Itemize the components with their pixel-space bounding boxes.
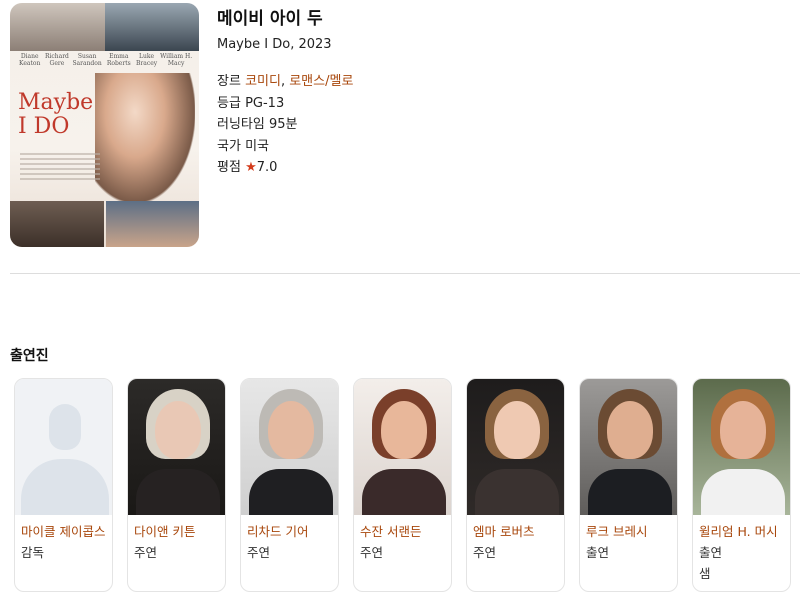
genre-separator: ,: [280, 74, 290, 89]
cast-role: 출연: [586, 545, 610, 560]
score-row: 평점 ★7.0: [217, 157, 353, 179]
poster-couple-image: [95, 73, 195, 203]
poster-cast-names: Diane Keaton Richard Gere Susan Sarandon…: [19, 53, 193, 67]
cast-name[interactable]: 윌리엄 H. 머시: [693, 515, 790, 542]
cast-photo: [128, 379, 225, 515]
cast-card[interactable]: 마이클 제이콥스 감독: [14, 378, 113, 592]
poster-credits-block: [20, 153, 100, 183]
cast-role: 출연: [699, 545, 723, 560]
cast-photo: [467, 379, 564, 515]
cast-role: 주연: [360, 545, 384, 560]
score-label: 평점: [217, 160, 241, 175]
profile-placeholder-icon: [15, 379, 112, 515]
genre-link-comedy[interactable]: 코미디: [245, 74, 281, 89]
movie-info: 메이비 아이 두 Maybe I Do, 2023 장르 코미디, 로맨스/멜로…: [217, 4, 353, 179]
rating-row: 등급 PG-13: [217, 93, 353, 115]
cast-photo: [693, 379, 790, 515]
cast-name[interactable]: 수잔 서랜든: [354, 515, 451, 542]
cast-role: 주연: [134, 545, 158, 560]
cast-character: 샘: [699, 566, 711, 581]
runtime-row: 러닝타임 95분: [217, 114, 353, 136]
cast-photo: [354, 379, 451, 515]
cast-card[interactable]: 윌리엄 H. 머시 출연 샘: [692, 378, 791, 592]
cast-card[interactable]: 엠마 로버츠 주연: [466, 378, 565, 592]
cast-card[interactable]: 수잔 서랜든 주연: [353, 378, 452, 592]
cast-role: 감독: [21, 545, 45, 560]
genre-label: 장르: [217, 74, 241, 89]
cast-heading: 출연진: [10, 348, 49, 364]
genre-link-romance[interactable]: 로맨스/멜로: [289, 74, 353, 89]
score-value: 7.0: [256, 160, 278, 175]
cast-role: 주연: [247, 545, 271, 560]
poster-top-strip: [10, 3, 199, 51]
cast-list: 마이클 제이콥스 감독 다이앤 키튼 주연 리차드 기어 주연 수잔 서랜든 주…: [14, 378, 791, 592]
movie-poster[interactable]: Diane Keaton Richard Gere Susan Sarandon…: [10, 3, 199, 247]
cast-card[interactable]: 루크 브레시 출연: [579, 378, 678, 592]
cast-photo: [580, 379, 677, 515]
cast-name[interactable]: 루크 브레시: [580, 515, 677, 542]
cast-name[interactable]: 엠마 로버츠: [467, 515, 564, 542]
cast-name[interactable]: 마이클 제이콥스: [15, 515, 112, 542]
runtime-value: 95분: [268, 117, 298, 132]
cast-card[interactable]: 리차드 기어 주연: [240, 378, 339, 592]
country-value: 미국: [245, 138, 269, 154]
movie-original-title: Maybe I Do, 2023: [217, 37, 332, 52]
rating-value: PG-13: [245, 95, 285, 111]
country-label: 국가: [217, 138, 241, 154]
rating-label: 등급: [217, 95, 241, 111]
genre-row: 장르 코미디, 로맨스/멜로: [217, 71, 353, 93]
poster-bottom-strip: [10, 201, 199, 247]
cast-name[interactable]: 리차드 기어: [241, 515, 338, 542]
star-icon: ★: [245, 160, 257, 175]
country-row: 국가 미국: [217, 136, 353, 158]
movie-meta: 장르 코미디, 로맨스/멜로 등급 PG-13 러닝타임 95분 국가 미국 평…: [217, 71, 353, 179]
cast-card[interactable]: 다이앤 키튼 주연: [127, 378, 226, 592]
runtime-label: 러닝타임: [217, 117, 265, 132]
section-divider: [10, 273, 800, 274]
poster-title: Maybe I DO: [18, 90, 94, 139]
cast-role: 주연: [473, 545, 497, 560]
movie-title: 메이비 아이 두: [217, 9, 323, 29]
cast-name[interactable]: 다이앤 키튼: [128, 515, 225, 542]
cast-photo: [241, 379, 338, 515]
